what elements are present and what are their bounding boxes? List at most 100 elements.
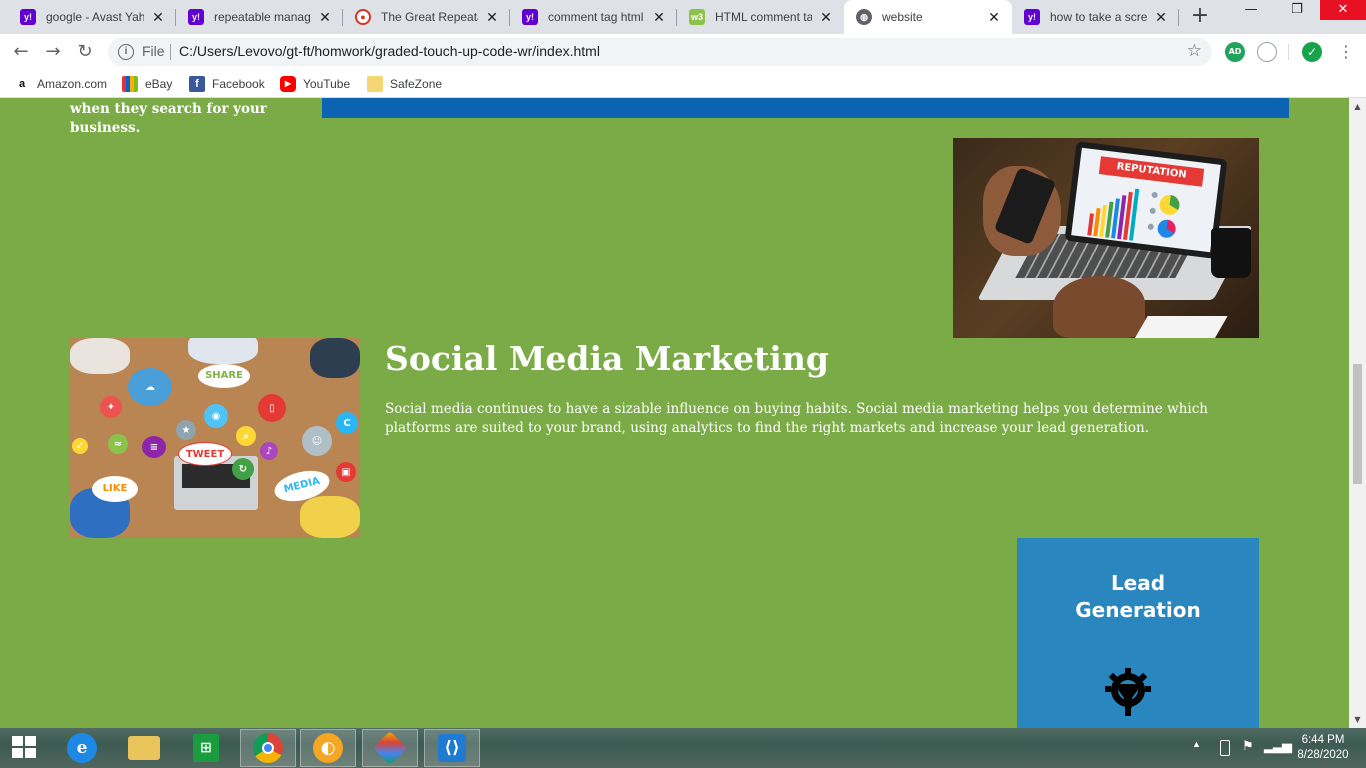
taskbar-chrome[interactable] [240,729,296,767]
tab-title: google - Avast Yah [46,10,144,24]
chat-bubble-icon: ≡ [142,436,166,458]
thumb-bubble-icon: ✓ [72,438,88,454]
tab-html-comment-tag[interactable]: w3 HTML comment tag ✕ [677,0,844,34]
vpn-extension-icon[interactable] [1257,42,1277,62]
tray-overflow-icon[interactable]: ▲ [1192,739,1201,768]
tab-comment-tag-html[interactable]: y! comment tag html ✕ [510,0,677,34]
refresh-bubble-icon: ↻ [232,458,254,480]
taskbar-file-explorer[interactable] [116,729,172,767]
back-button[interactable]: ← [9,40,33,64]
vscode-icon: ⟨⟩ [438,734,466,762]
windows-logo-pane [12,748,23,758]
new-tab-button[interactable]: + [1187,4,1213,30]
person-arm [300,496,360,538]
bar-graphic [1087,188,1140,241]
gear-funnel-icon [1105,668,1151,716]
bookmark-facebook[interactable]: f Facebook [189,76,265,92]
target-icon: ● [355,9,371,25]
person-arm [70,338,130,374]
close-icon[interactable]: ✕ [317,9,333,26]
windows-start-button[interactable] [12,736,38,760]
windows-logo-pane [12,736,23,746]
clock-date: 8/28/2020 [1297,749,1349,761]
page-viewport: when they search for your business. REPU… [0,98,1349,728]
tab-strip: y! google - Avast Yah ✕ y! repeatable ma… [0,0,1366,34]
address-scheme: File [142,43,165,59]
taskbar-windows-store[interactable]: ⊞ [178,729,234,767]
reload-button[interactable]: ↻ [73,40,97,64]
c-bubble-icon: C [336,412,358,434]
yahoo-icon: y! [20,9,36,25]
browser-toolbar: ← → ↻ i File C:/Users/Levovo/gt-ft/homwo… [0,34,1366,70]
bookmark-youtube[interactable]: ▶ YouTube [280,76,350,92]
taskbar-cloud-app[interactable] [362,729,418,767]
address-url[interactable]: C:/Users/Levovo/gt-ft/homwork/graded-tou… [179,43,600,59]
close-icon[interactable]: ✕ [1153,9,1169,26]
close-icon[interactable]: ✕ [818,9,834,26]
clock-time: 6:44 PM [1301,734,1345,746]
bookmark-safezone[interactable]: SafeZone [367,76,442,92]
forward-button[interactable]: → [41,40,65,64]
section-heading: Social Media Marketing [385,339,829,378]
adblock-extension-icon[interactable]: AD [1225,42,1245,62]
amazon-icon: a [14,76,30,92]
music-bubble-icon: ♪ [260,442,278,460]
ebay-icon [122,76,138,92]
bookmark-label: Amazon.com [37,77,108,91]
section-body-text: Social media continues to have a sizable… [385,401,1208,436]
tab-website[interactable]: ◍ website ✕ [844,0,1012,34]
tab-separator [1178,9,1179,26]
lead-generation-card[interactable]: Lead Generation [1017,538,1259,728]
tab-how-to-screenshot[interactable]: y! how to take a scree ✕ [1012,0,1179,34]
w3schools-icon: w3 [689,9,705,25]
network-signal-icon[interactable]: ▂▃▅ [1264,738,1292,768]
phone-bubble-icon: ▯ [258,394,286,422]
tab-google-avast[interactable]: y! google - Avast Yah ✕ [8,0,176,34]
info-icon[interactable]: i [118,44,134,60]
right-hand [1053,276,1145,338]
address-bar[interactable]: i File C:/Users/Levovo/gt-ft/homwork/gra… [108,38,1212,66]
taskbar-vscode[interactable]: ⟨⟩ [424,729,480,767]
camera-bubble-icon: ◉ [204,404,228,428]
battery-icon[interactable] [1220,740,1230,756]
file-explorer-icon [128,736,160,760]
close-icon[interactable]: ✕ [986,9,1002,26]
scroll-down-arrow-icon[interactable]: ▼ [1349,711,1366,728]
close-icon[interactable]: ✕ [651,9,667,26]
page-scrollbar[interactable]: ▲ ▼ [1349,98,1366,728]
laptop-screen: REPUTATION [1064,141,1228,259]
action-center-flag-icon[interactable]: ⚑ [1242,738,1254,768]
chrome-icon [253,733,283,763]
yahoo-icon: y! [1024,9,1040,25]
bookmark-amazon[interactable]: a Amazon.com [14,76,107,92]
scrollbar-thumb[interactable] [1353,364,1362,484]
yahoo-icon: y! [188,9,204,25]
tablet [1130,316,1228,338]
folder-icon [367,76,383,92]
partial-paragraph: when they search for your business. [70,101,267,136]
avast-shield-extension-icon[interactable]: ✓ [1302,42,1322,62]
window-close-button[interactable]: ✕ [1320,0,1366,20]
tab-title: how to take a scree [1050,10,1147,24]
bookmark-star-icon[interactable]: ☆ [1187,41,1202,61]
minimize-button[interactable]: — [1228,0,1274,20]
youtube-icon: ▶ [280,76,296,92]
taskbar-avast-secure-browser[interactable]: ◐ [300,729,356,767]
windows-logo-pane [25,748,36,758]
like-bubble: LIKE [92,476,138,502]
close-icon[interactable]: ✕ [150,9,166,26]
chrome-menu-icon[interactable]: ⋮ [1334,40,1358,64]
tab-great-repeatable[interactable]: ● The Great Repeatab ✕ [343,0,510,34]
scroll-up-arrow-icon[interactable]: ▲ [1349,98,1366,115]
bookmark-ebay[interactable]: eBay [122,76,172,92]
person-arm [188,338,258,364]
bookmark-label: eBay [145,77,173,91]
tab-repeatable-manage[interactable]: y! repeatable manage ✕ [176,0,343,34]
system-clock[interactable]: 6:44 PM 8/28/2020 [1290,733,1356,763]
close-icon[interactable]: ✕ [484,9,500,26]
blue-banner-bar [322,98,1289,118]
person-arm [310,338,360,378]
restore-button[interactable]: ❐ [1274,0,1320,20]
cloud-bubble-icon: ☁ [128,368,172,406]
taskbar-internet-explorer[interactable]: e [54,729,110,767]
